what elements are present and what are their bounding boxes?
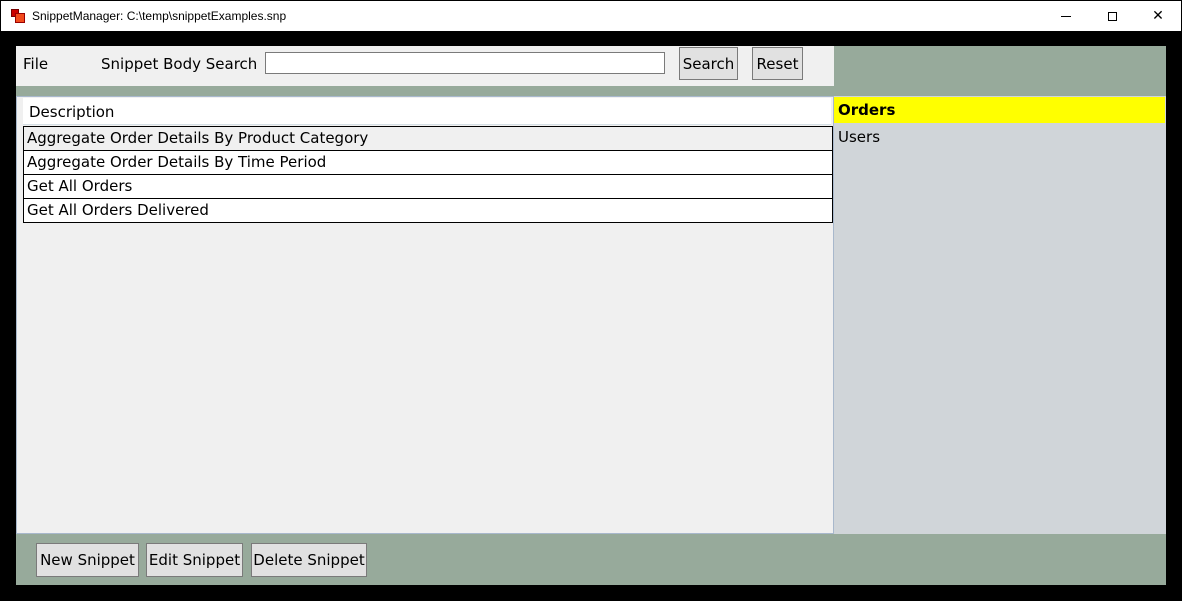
maximize-button[interactable] [1089, 1, 1135, 31]
snippet-list[interactable]: Description Aggregate Order Details By P… [16, 96, 834, 534]
minimize-icon [1061, 15, 1071, 17]
new-snippet-button[interactable]: New Snippet [36, 543, 139, 577]
category-item-users[interactable]: Users [834, 124, 1165, 150]
category-label: Orders [838, 101, 896, 119]
category-list[interactable]: Orders Users [834, 96, 1166, 534]
toolbar: File Snippet Body Search Search Reset [16, 46, 834, 86]
search-input[interactable] [265, 52, 665, 74]
column-header-label: Description [29, 103, 115, 121]
close-icon: ✕ [1152, 8, 1164, 24]
file-menu[interactable]: File [23, 55, 48, 73]
maximize-icon [1107, 11, 1117, 21]
app-icon [11, 9, 25, 23]
column-header-description[interactable]: Description [23, 98, 831, 125]
row-label: Aggregate Order Details By Time Period [27, 153, 327, 171]
category-label: Users [838, 128, 881, 146]
minimize-button[interactable] [1043, 1, 1089, 31]
close-button[interactable]: ✕ [1135, 1, 1181, 31]
title-bar[interactable]: SnippetManager: C:\temp\snippetExamples.… [1, 1, 1181, 31]
edit-snippet-button[interactable]: Edit Snippet [146, 543, 243, 577]
snippet-rows: Aggregate Order Details By Product Categ… [23, 126, 833, 223]
app-window: SnippetManager: C:\temp\snippetExamples.… [0, 0, 1182, 601]
table-row[interactable]: Aggregate Order Details By Product Categ… [23, 126, 833, 151]
category-item-orders[interactable]: Orders [834, 97, 1165, 123]
search-button[interactable]: Search [679, 47, 738, 80]
row-label: Get All Orders [27, 177, 133, 195]
reset-button[interactable]: Reset [752, 47, 803, 80]
delete-snippet-button[interactable]: Delete Snippet [251, 543, 367, 577]
table-row[interactable]: Aggregate Order Details By Time Period [23, 151, 833, 175]
window-title: SnippetManager: C:\temp\snippetExamples.… [32, 9, 287, 23]
client-area: File Snippet Body Search Search Reset De… [16, 46, 1166, 585]
table-row[interactable]: Get All Orders [23, 175, 833, 199]
table-row[interactable]: Get All Orders Delivered [23, 199, 833, 223]
row-label: Aggregate Order Details By Product Categ… [27, 129, 369, 147]
row-label: Get All Orders Delivered [27, 201, 209, 219]
search-label: Snippet Body Search [101, 55, 258, 73]
